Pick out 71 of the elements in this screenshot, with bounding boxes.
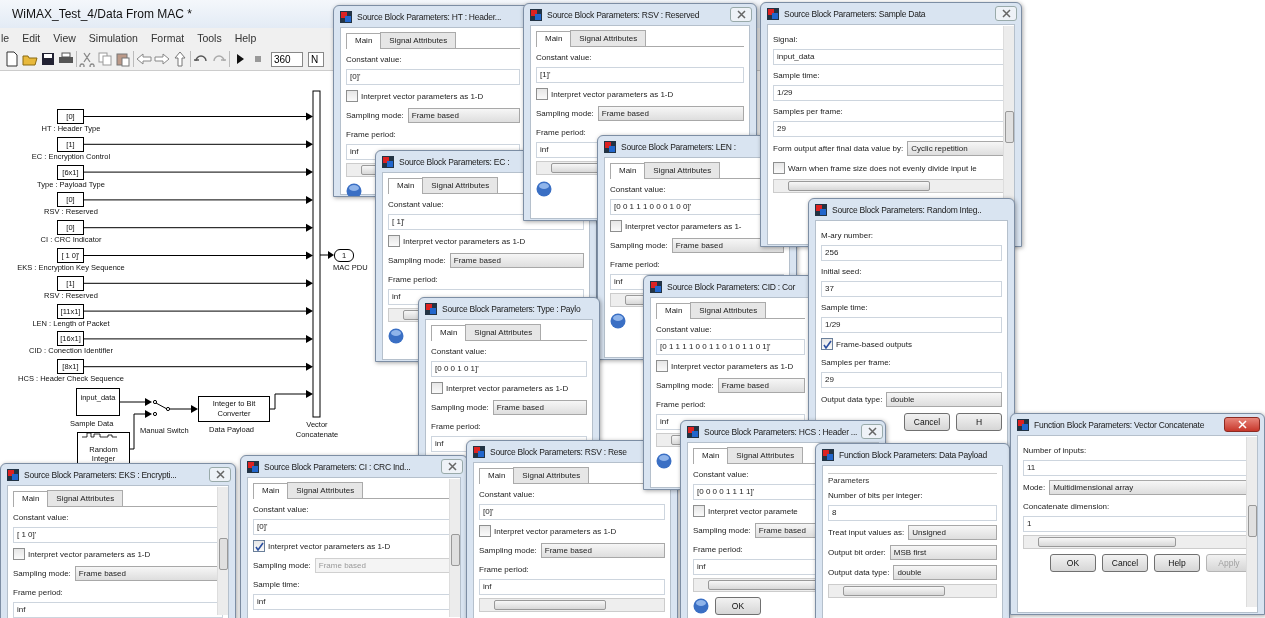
dialog-title: Function Block Parameters: Vector Concatenate [1034,419,1205,430]
field-label: Sample time: [253,579,300,591]
field-label: Constant value: [693,469,749,481]
field-label: Sample time: [821,302,868,314]
field-label: Mode: [1023,483,1046,492]
checkbox-label: Interpret vector parameters as 1-D [494,526,617,536]
field-label: Sampling mode: [13,569,71,578]
group-label: Parameters [828,473,997,485]
field-label: Frame period: [388,274,438,286]
field-label: Output data type: [821,395,883,404]
field-label: Number of inputs: [1023,445,1087,457]
dialog-title: Source Block Parameters: HCS : Header ... [704,426,858,437]
field-label: Samples per frame: [821,357,891,369]
field-label: Constant value: [346,54,402,66]
checkbox-label: Frame-based outputs [836,339,913,349]
field-label: Frame period: [13,587,63,599]
field-label: Frame period: [479,564,529,576]
field-label: Signal: [773,34,798,46]
field-label: Constant value: [253,504,309,516]
field-label: Sampling mode: [346,111,404,120]
dialog-title: Function Block Parameters: Data Payload [839,449,988,460]
field-label: Frame period: [610,259,660,271]
field-label: Initial seed: [821,266,862,278]
dialog-title: Source Block Parameters: HT : Header... [357,11,502,22]
checkbox-label: Warn when frame size does not evenly divide input le [788,163,977,173]
dialog-title: Source Block Parameters: EKS : Encrypti... [24,469,177,480]
field-label: Constant value: [536,52,592,64]
field-label: Sampling mode: [479,546,537,555]
window-title: WiMAX_Test_4/Data From MAC * [12,7,193,21]
field-label: Concatenate dimension: [1023,501,1110,513]
field-label: Frame period: [536,127,586,139]
dialog-title: Source Block Parameters: RSV : Reserved [547,9,700,20]
field-label: Sampling mode: [253,561,311,570]
checkbox-label: Interpret vector paramete [708,506,798,516]
field-label: Frame period: [431,421,481,433]
dialog-title: Source Block Parameters: LEN : [621,141,736,152]
checkbox-label: Interpret vector parameters as 1-D [28,549,151,559]
field-label: Sampling mode: [388,256,446,265]
field-label: Sampling mode: [536,109,594,118]
field-label: Output bit order: [828,548,886,557]
field-label: Sampling mode: [610,241,668,250]
checkbox-label: Interpret vector parameters as 1-D [446,383,569,393]
checkbox-label: Interpret vector parameters as 1- [625,221,742,231]
dialog-title: Source Block Parameters: RSV : Rese [490,446,627,457]
field-label: Constant value: [479,489,535,501]
checkbox-label: Interpret vector parameters as 1-D [268,541,391,551]
field-label: M-ary number: [821,230,873,242]
field-label: Frame period: [656,399,706,411]
field-label: Form output after final data value by: [773,144,904,153]
field-label: Sample time: [773,70,820,82]
checkbox-label: Interpret vector parameters as 1-D [361,91,484,101]
checkbox-label: Interpret vector parameters as 1-D [671,361,794,371]
field-label: Sampling mode: [431,403,489,412]
field-label: Constant value: [656,324,712,336]
checkbox-label: Interpret vector parameters as 1-D [551,89,674,99]
field-label: Frame period: [693,544,743,556]
dialog-title: Source Block Parameters: Type : Paylo [442,303,581,314]
field-label: Frame period: [346,129,396,141]
dialog-title: Source Block Parameters: Random Integ.. [832,204,982,215]
checkbox-label: Interpret vector parameters as 1-D [403,236,526,246]
field-label: Constant value: [610,184,666,196]
field-label: Samples per frame: [773,106,843,118]
field-label: Sampling mode: [656,381,714,390]
field-label: Sampling mode: [693,526,751,535]
field-label: Constant value: [13,512,69,524]
dialog-title: Source Block Parameters: EC : [399,156,510,167]
dialog-title: Source Block Parameters: CID : Cor [667,281,795,292]
field-label: Constant value: [431,346,487,358]
dialog-title: Source Block Parameters: CI : CRC Ind... [264,461,411,472]
dialog-title: Source Block Parameters: Sample Data [784,8,926,19]
field-label: Constant value: [388,199,444,211]
